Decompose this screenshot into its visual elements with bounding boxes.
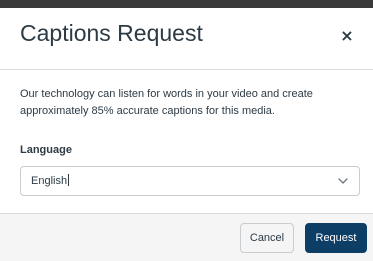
text-caret bbox=[68, 174, 70, 186]
chevron-down-icon bbox=[338, 178, 348, 184]
dialog-description: Our technology can listen for words in y… bbox=[20, 88, 313, 117]
dialog-footer: Cancel Request bbox=[0, 213, 373, 261]
language-select[interactable]: English bbox=[20, 166, 360, 196]
cancel-button[interactable]: Cancel bbox=[240, 223, 294, 253]
language-label: Language bbox=[20, 144, 72, 156]
close-icon: × bbox=[340, 26, 354, 45]
captions-request-dialog: Captions Request × Our technology can li… bbox=[0, 8, 373, 261]
page-backdrop-top bbox=[0, 0, 373, 8]
language-select-value-wrap: English bbox=[31, 174, 70, 187]
dialog-body: Our technology can listen for words in y… bbox=[0, 70, 373, 220]
language-select-value: English bbox=[31, 175, 68, 187]
request-button[interactable]: Request bbox=[305, 223, 367, 253]
dialog-title: Captions Request bbox=[20, 20, 203, 46]
dialog-header: Captions Request × bbox=[0, 8, 373, 70]
close-button[interactable]: × bbox=[337, 26, 357, 46]
